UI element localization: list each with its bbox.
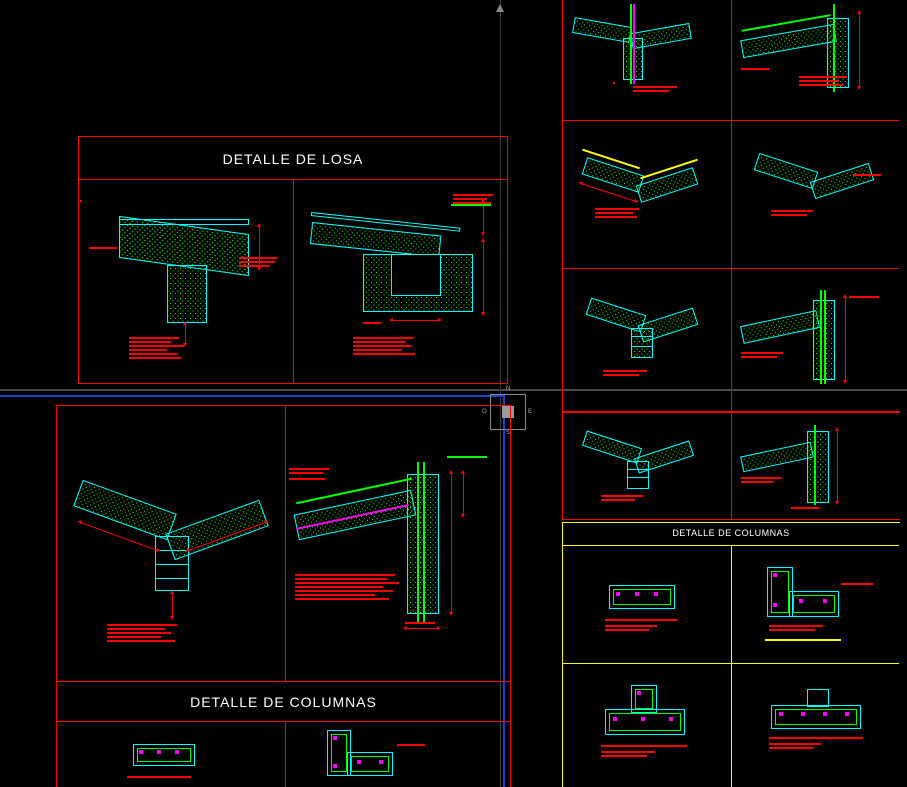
roof-cell-4 bbox=[741, 130, 896, 260]
col-sec-bl-2 bbox=[317, 726, 427, 786]
slab-column-detail bbox=[295, 426, 510, 676]
compass-e: E bbox=[528, 409, 532, 415]
title-columns-big: DETALLE DE COLUMNAS bbox=[57, 694, 510, 710]
roof-cell-5 bbox=[573, 276, 723, 406]
roof-cell-1 bbox=[573, 4, 723, 114]
frame-columns-small: DETALLE DE COLUMNAS bbox=[562, 522, 900, 787]
frame-roof-grid bbox=[562, 0, 900, 412]
br-roof-2 bbox=[741, 417, 896, 517]
roof-cell-6 bbox=[741, 276, 896, 406]
title-columns-small: DETALLE DE COLUMNAS bbox=[563, 528, 899, 538]
col-sec-3 bbox=[591, 675, 721, 775]
compass-n: N bbox=[506, 386, 510, 392]
roof-cell-3 bbox=[573, 130, 723, 260]
br-roof-1 bbox=[575, 417, 725, 517]
title-losa: DETALLE DE LOSA bbox=[79, 151, 507, 167]
frame-columns-big: DETALLE DE COLUMNAS bbox=[56, 405, 511, 787]
stray-note bbox=[80, 200, 82, 202]
roof-cell-2 bbox=[741, 4, 896, 114]
losa-detail-1 bbox=[89, 197, 289, 377]
col-sec-bl-1 bbox=[127, 734, 217, 786]
losa-detail-2 bbox=[303, 192, 503, 377]
frame-losa: DETALLE DE LOSA bbox=[78, 136, 508, 384]
cad-canvas[interactable]: N S E O DETALLE DE LOSA bbox=[0, 0, 907, 787]
col-sec-4 bbox=[751, 681, 891, 781]
ridge-detail bbox=[67, 426, 282, 676]
col-sec-1 bbox=[591, 565, 721, 655]
frame-br-top bbox=[562, 412, 900, 520]
ucs-marker bbox=[496, 4, 504, 12]
col-sec-2 bbox=[751, 559, 891, 655]
